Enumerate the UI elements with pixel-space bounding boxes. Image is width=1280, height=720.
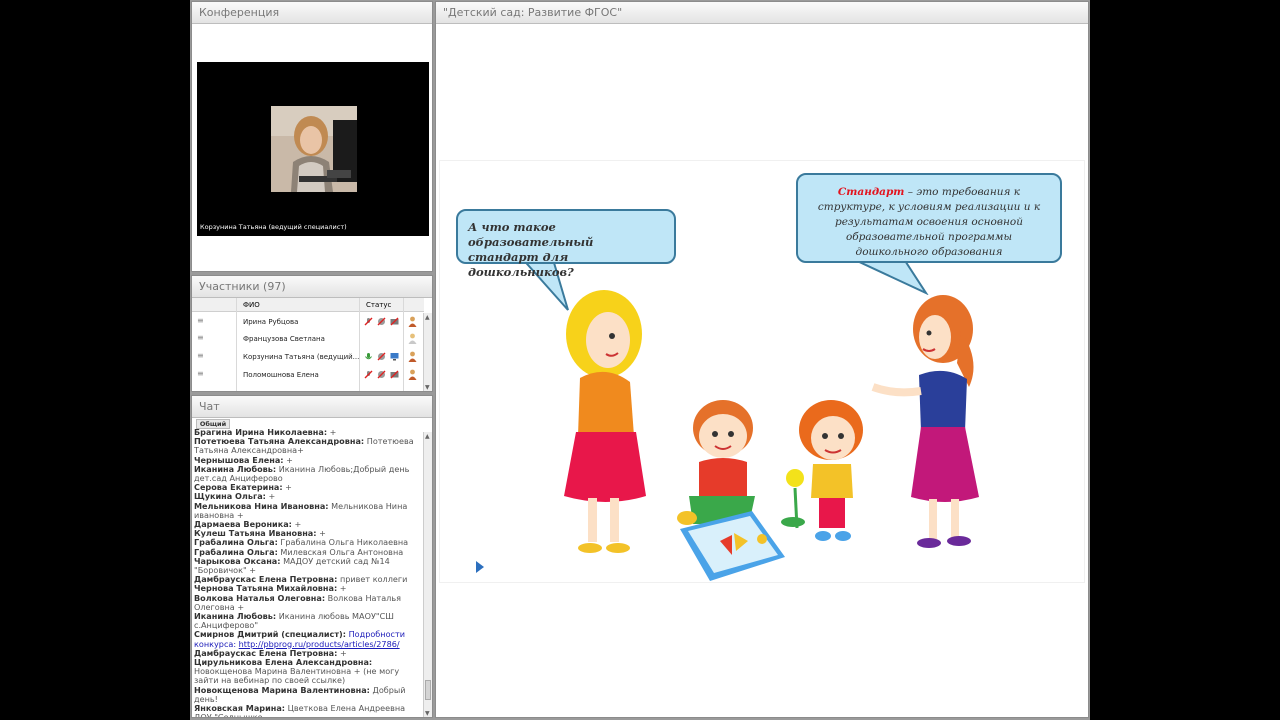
- scroll-up-icon[interactable]: ▲: [425, 433, 430, 440]
- participant-icon: [408, 316, 417, 327]
- mic-off-icon[interactable]: [364, 317, 373, 326]
- screen-share-icon[interactable]: [390, 352, 399, 361]
- participant-name: Корзунина Татьяна (ведущий...: [243, 353, 360, 361]
- chat-messages: Брагина Ирина Николаевна: + Потетюева Та…: [194, 428, 422, 717]
- participant-icon: [408, 351, 417, 362]
- row-menu-icon[interactable]: ≡: [197, 370, 205, 378]
- speaker-off-icon[interactable]: [377, 370, 386, 379]
- participant-row[interactable]: ≡ Корзунина Татьяна (ведущий...: [192, 349, 424, 366]
- column-header-status[interactable]: Статус: [366, 301, 391, 309]
- row-menu-icon[interactable]: ≡: [197, 317, 205, 325]
- message-author: Новокщенова Марина Валентиновна:: [194, 684, 370, 695]
- camera-off-icon[interactable]: [390, 317, 399, 326]
- camera-off-icon[interactable]: [390, 370, 399, 379]
- presentation-panel: "Детский сад: Развитие ФГОС" А что такое…: [435, 1, 1089, 718]
- chat-message: Цирульникова Елена Александровна: Новокщ…: [194, 657, 422, 686]
- mic-off-icon[interactable]: [364, 370, 373, 379]
- question-bubble: А что такое образовательный стандарт для…: [456, 209, 676, 279]
- webcam-image: [271, 106, 357, 192]
- participant-name: Поломошнова Елена: [243, 371, 319, 379]
- mic-on-icon[interactable]: [364, 352, 373, 361]
- chat-message: Мельникова Нина Ивановна: Мельникова Нин…: [194, 501, 422, 520]
- slide: А что такое образовательный стандарт для…: [439, 160, 1085, 583]
- participants-table-header: ФИО Статус: [192, 298, 424, 312]
- scroll-up-icon[interactable]: ▲: [425, 314, 430, 321]
- chat-message: Смирнов Дмитрий (специалист): Подробност…: [194, 630, 422, 649]
- chat-message: Потетюева Татьяна Александровна: Потетюе…: [194, 437, 422, 456]
- message-text: +: [282, 482, 292, 493]
- speaker-off-icon[interactable]: [377, 352, 386, 361]
- participant-name: Ирина Рубцова: [243, 318, 299, 326]
- participant-row[interactable]: ≡ Поломошнова Елена: [192, 367, 424, 384]
- participant-icon: [408, 369, 417, 380]
- participants-scrollbar[interactable]: ▲ ▼: [423, 313, 432, 391]
- definition-bubble: Стандарт – это требования к структуре, к…: [796, 173, 1062, 263]
- chat-scrollbar[interactable]: ▲ ▼: [423, 432, 432, 717]
- video-caption: Корзунина Татьяна (ведущий специалист): [200, 223, 347, 231]
- participant-icon: [408, 333, 417, 344]
- definition-text: Стандарт – это требования к структуре, к…: [808, 185, 1050, 260]
- webinar-app: Конференция Корзунина Татьяна (ведущий с…: [190, 0, 1090, 720]
- question-text: А что такое образовательный стандарт для…: [468, 220, 594, 279]
- row-menu-icon[interactable]: ≡: [197, 352, 205, 360]
- chat-message: Волкова Наталья Олеговна: Волкова Наталь…: [194, 593, 422, 612]
- chat-message: Иканина Любовь: Иканина любовь МАОУ"СШ с…: [194, 611, 422, 630]
- chat-panel: Чат Брагина Ирина Николаевна: + Потетюев…: [191, 395, 433, 718]
- participant-row[interactable]: ≡ Французова Светлана: [192, 331, 424, 348]
- teacher-redhead-illustration: [871, 295, 979, 548]
- speaker-off-icon[interactable]: [377, 317, 386, 326]
- participant-row[interactable]: ≡ Ирина Рубцова: [192, 314, 424, 331]
- chat-title: Чат: [192, 396, 432, 418]
- scroll-down-icon[interactable]: ▼: [425, 710, 430, 717]
- scroll-down-icon[interactable]: ▼: [425, 384, 430, 391]
- play-icon[interactable]: [476, 561, 484, 573]
- definition-term: Стандарт: [837, 186, 905, 198]
- column-header-name[interactable]: ФИО: [243, 301, 260, 309]
- drawing-sheet-illustration: [680, 511, 785, 581]
- chat-message: Новокщенова Марина Валентиновна: Добрый …: [194, 684, 422, 704]
- chat-message: Чарыкова Оксана: МАДОУ детский сад №14 "…: [194, 556, 422, 575]
- teacher-blonde-illustration: [564, 290, 646, 553]
- conference-panel: Конференция Корзунина Татьяна (ведущий с…: [191, 1, 433, 272]
- presentation-title: "Детский сад: Развитие ФГОС": [436, 2, 1088, 24]
- conference-title: Конференция: [192, 2, 432, 24]
- chat-message: Янковская Марина: Цветкова Елена Андреев…: [194, 703, 422, 717]
- message-text: привет коллеги: [337, 574, 408, 585]
- scroll-thumb[interactable]: [425, 680, 431, 700]
- message-text: Новокщенова Марина Валентиновна + (не мо…: [194, 666, 400, 686]
- chat-message: Иканина Любовь: Иканина Любовь;Добрый де…: [194, 464, 422, 483]
- participants-panel: Участники (97) ФИО Статус ≡ Ирина Рубцов…: [191, 275, 433, 392]
- video-feed[interactable]: Корзунина Татьяна (ведущий специалист): [197, 62, 429, 236]
- participant-name: Французова Светлана: [243, 335, 325, 343]
- chat-tab-general[interactable]: Общий: [196, 419, 230, 429]
- row-menu-icon[interactable]: ≡: [197, 334, 205, 342]
- participants-title: Участники (97): [192, 276, 432, 298]
